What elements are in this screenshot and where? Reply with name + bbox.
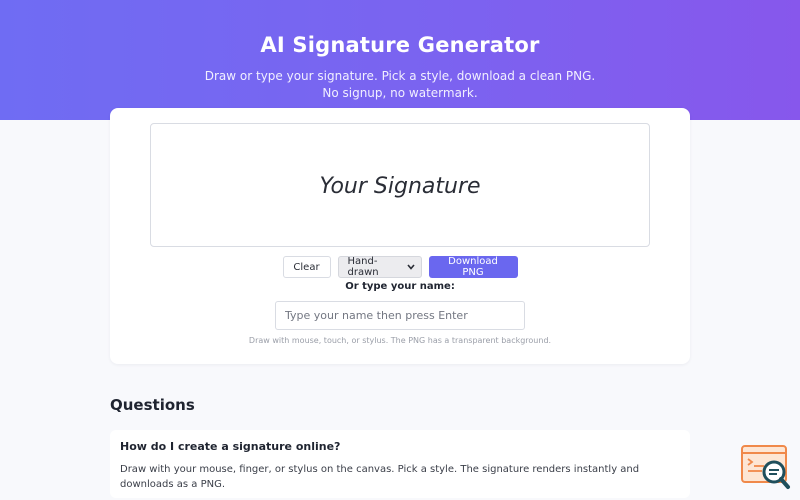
chevron-down-icon xyxy=(406,263,415,272)
style-select-value: Hand-drawn xyxy=(347,256,379,278)
hint-text: Draw with mouse, touch, or stylus. The P… xyxy=(248,336,552,345)
subtitle-line-2: No signup, no watermark. xyxy=(322,86,478,100)
subtitle-line-1: Draw or type your signature. Pick a styl… xyxy=(204,69,596,83)
name-input[interactable] xyxy=(275,301,525,330)
search-doc-icon[interactable] xyxy=(740,443,792,491)
type-name-label: Or type your name: xyxy=(345,281,455,292)
faq-answer: Draw with your mouse, finger, or stylus … xyxy=(120,464,640,490)
signature-controls: Clear Hand-drawn Download PNG xyxy=(110,256,690,278)
download-png-button[interactable]: Download PNG xyxy=(428,256,518,278)
questions-heading: Questions xyxy=(110,396,195,414)
page-subtitle: Draw or type your signature. Pick a styl… xyxy=(0,68,800,102)
clear-button[interactable]: Clear xyxy=(282,256,331,278)
faq-item[interactable]: How do I create a signature online? Draw… xyxy=(110,430,690,498)
signature-canvas[interactable]: Your Signature xyxy=(150,123,650,247)
signature-preview-text: Your Signature xyxy=(319,173,481,199)
page-title: AI Signature Generator xyxy=(260,33,540,57)
faq-question: How do I create a signature online? xyxy=(120,440,341,453)
signature-card: Your Signature Clear Hand-drawn Download… xyxy=(110,108,690,364)
style-select[interactable]: Hand-drawn xyxy=(337,256,422,278)
hero-banner: AI Signature Generator Draw or type your… xyxy=(0,0,800,120)
